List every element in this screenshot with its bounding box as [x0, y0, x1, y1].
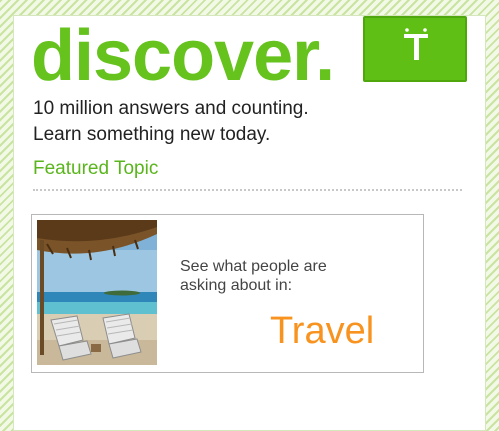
tagline-line-1: 10 million answers and counting. [33, 98, 309, 119]
featured-caption: See what people are asking about in: [180, 257, 327, 295]
featured-caption-line-2: asking about in: [180, 277, 293, 294]
featured-topic-link[interactable]: Featured Topic [33, 157, 158, 181]
brand-logo[interactable] [363, 16, 467, 82]
tagline-line-2: Learn something new today. [33, 124, 271, 145]
tagline: 10 million answers and counting. Learn s… [33, 96, 309, 148]
t-logo-icon [404, 28, 428, 60]
discover-widget: discover. 10 million answers and countin… [13, 15, 486, 431]
topic-name-link[interactable]: Travel [270, 309, 374, 353]
featured-topic-card[interactable]: See what people are asking about in: Tra… [31, 214, 424, 373]
featured-caption-line-1: See what people are [180, 258, 327, 275]
dotted-divider [33, 189, 462, 191]
widget-title: discover. [31, 16, 335, 96]
beach-chairs-image [37, 220, 157, 365]
